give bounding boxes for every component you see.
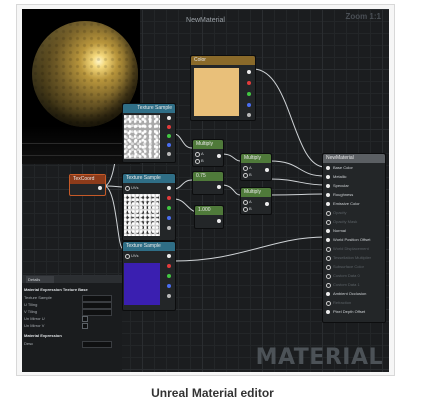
result-input-label: World Displacement <box>333 246 369 251</box>
result-input-pin[interactable] <box>326 211 331 216</box>
wire-mult-mult2 <box>221 184 241 196</box>
color-r-pin[interactable] <box>247 81 251 85</box>
texture-thumb-top <box>124 115 160 159</box>
color-output-pin[interactable] <box>247 70 251 74</box>
texture-sample-node-top[interactable]: Texture Sample <box>122 103 176 163</box>
material-result-node[interactable]: NewMaterial Base Color Metallic Specular Ro… <box>322 153 386 323</box>
multiply-node-1[interactable]: Multiply A B <box>192 139 224 167</box>
desc-field[interactable] <box>82 341 112 348</box>
wire-mult-to-metallic <box>269 160 326 177</box>
color-swatch <box>194 68 239 116</box>
constant-node-1[interactable]: 0.75 <box>192 171 224 195</box>
material-editor-screenshot: NewMaterial Zoom 1:1 Color Texture Sampl… <box>22 9 389 372</box>
result-input-label: Specular <box>333 183 349 188</box>
wire-mult-to-specular <box>269 178 326 186</box>
wire-tex1-mult <box>173 133 193 149</box>
result-input-label: Custom Data 1 <box>333 282 360 287</box>
color-g-pin[interactable] <box>247 92 251 96</box>
result-input-label: Subsurface Color <box>333 264 364 269</box>
material-watermark: MATERIAL <box>255 345 383 370</box>
result-input-pin[interactable] <box>326 247 331 252</box>
result-input-pin[interactable] <box>326 274 331 279</box>
result-input-pin[interactable] <box>326 238 330 242</box>
result-input-label: Opacity Mask <box>333 219 358 224</box>
texture-sample-node-mid[interactable]: Texture Sample UVs <box>122 173 176 241</box>
wire-tex-to-normal <box>173 236 326 262</box>
result-input-pin[interactable] <box>326 310 330 314</box>
tex-top-rgb-pin[interactable] <box>167 116 171 120</box>
tab-details[interactable]: Details <box>26 276 54 283</box>
result-input-label: Normal <box>333 228 346 233</box>
details-panel: Details Material Expression Texture Base… <box>22 275 122 372</box>
result-input-pin[interactable] <box>326 166 330 170</box>
wire-texcoord-c <box>103 185 124 250</box>
un-mirror-v-checkbox[interactable] <box>82 323 88 329</box>
result-input-label: Tessellation Multiplier <box>333 255 372 260</box>
details-row: U Tiling <box>24 301 120 309</box>
texture-sample-header-top: Texture Sample <box>123 104 175 113</box>
multiply-node-2[interactable]: Multiply A B <box>240 153 272 181</box>
constant-node-2[interactable]: 1.000 <box>194 205 224 229</box>
texture-sample-node-bottom[interactable]: Texture Sample UVs <box>122 241 176 311</box>
result-input-pin[interactable] <box>326 229 330 233</box>
result-input-pin[interactable] <box>326 202 330 206</box>
result-input-label: Custom Data 0 <box>333 273 360 278</box>
details-row: Texture Sample <box>24 294 120 302</box>
result-input-label: Refraction <box>333 300 352 305</box>
result-input-pin[interactable] <box>326 220 331 225</box>
details-row: Desc <box>24 340 120 348</box>
color-node[interactable]: Color <box>190 55 256 121</box>
details-section-1[interactable]: Material Expression Texture Base <box>24 286 120 293</box>
result-input-label: Roughness <box>333 192 354 197</box>
result-input-label: World Position Offset <box>333 237 371 242</box>
result-input-label: Ambient Occlusion <box>333 291 367 296</box>
color-b-pin[interactable] <box>247 103 251 107</box>
result-input-pin[interactable] <box>326 283 331 288</box>
texture-thumb-mid <box>124 194 160 236</box>
result-input-pin[interactable] <box>326 265 331 270</box>
color-node-header: Color <box>191 56 255 65</box>
details-row: V Tiling <box>24 308 120 316</box>
result-input-pin[interactable] <box>326 301 331 306</box>
details-section-2[interactable]: Material Expression <box>24 332 120 339</box>
image-caption: Unreal Material editor <box>151 386 274 400</box>
texture-thumb-bottom <box>124 263 160 305</box>
result-input-pin[interactable] <box>326 256 331 261</box>
wire-mult-mult <box>221 153 241 162</box>
wire-tex2-mult <box>173 179 193 190</box>
result-input-label: Metallic <box>333 174 347 179</box>
result-input-pin[interactable] <box>326 175 330 179</box>
result-input-label: Base Color <box>333 165 353 170</box>
wire-mult-to-roughness <box>269 193 326 196</box>
multiply-node-3[interactable]: Multiply A B <box>240 187 272 215</box>
result-input-label: Pixel Depth Offset <box>333 309 366 314</box>
color-node-title: Color <box>194 57 206 63</box>
result-input-pin[interactable] <box>326 292 330 296</box>
texcoord-node[interactable]: TexCoord <box>69 174 106 196</box>
result-input-pin[interactable] <box>326 193 330 197</box>
result-input-pin[interactable] <box>326 184 330 188</box>
texcoord-header: TexCoord <box>70 175 105 184</box>
result-input-label: Opacity <box>333 210 347 215</box>
details-row: Un Mirror U <box>24 315 120 322</box>
color-a-pin[interactable] <box>247 113 251 117</box>
details-row: Un Mirror V <box>24 322 120 329</box>
result-node-header: NewMaterial <box>323 154 385 163</box>
texcoord-output-pin[interactable] <box>98 186 102 190</box>
result-input-label: Emissive Color <box>333 201 360 206</box>
